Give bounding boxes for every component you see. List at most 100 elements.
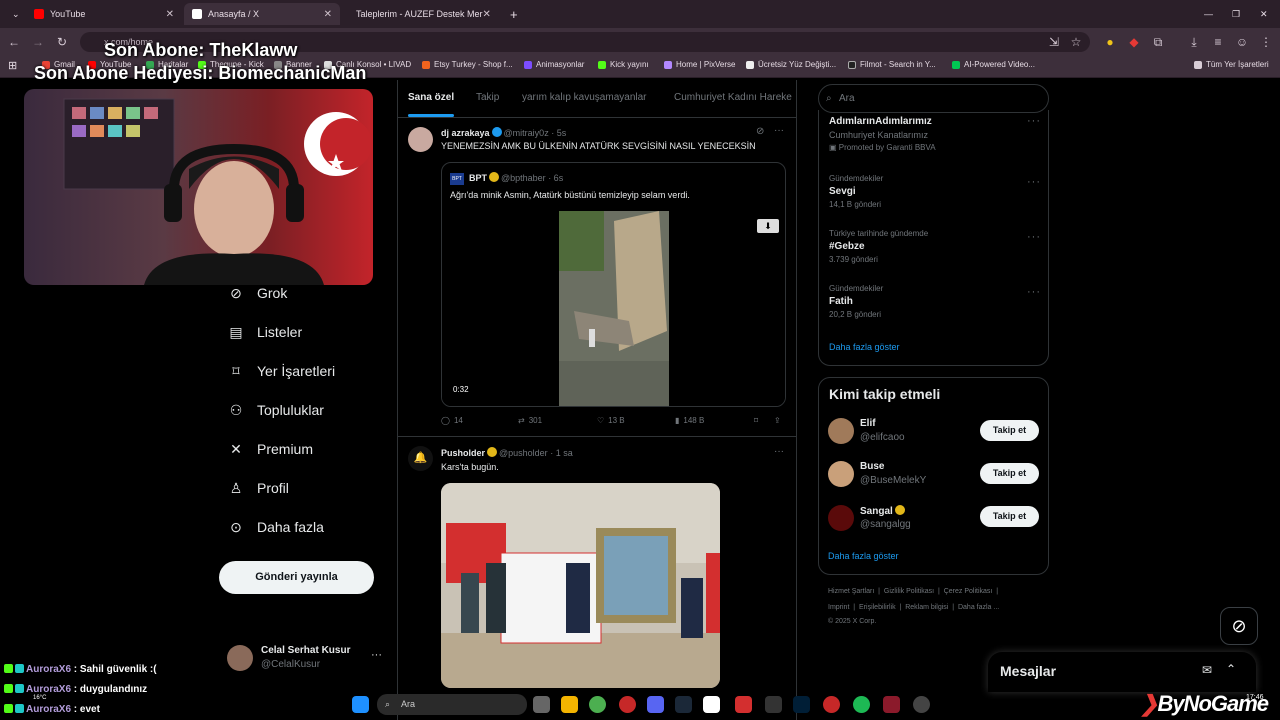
app-icon[interactable] (823, 696, 840, 713)
extension-icon[interactable]: ● (1102, 35, 1118, 49)
taskbar-search[interactable]: ⌕ Ara (377, 694, 527, 715)
show-more-trends-link[interactable]: Daha fazla göster (829, 342, 900, 352)
suggested-user-name[interactable]: Elif (860, 418, 876, 429)
footer-link[interactable]: Çerez Politikası (944, 588, 993, 595)
tab-youtube[interactable]: YouTube ✕ (26, 3, 182, 25)
bookmark-ai-video[interactable]: AI-Powered Video... (952, 60, 1035, 69)
footer-link[interactable]: Reklam bilgisi (905, 604, 948, 611)
bookmark-filmot[interactable]: Filmot - Search in Y... (848, 60, 936, 69)
obs-icon[interactable] (913, 696, 930, 713)
views-button[interactable]: ▮ 148 B (675, 416, 704, 425)
suggested-user-name[interactable]: Sangal (860, 505, 907, 517)
suggested-user-handle[interactable]: @BuseMelekY (860, 475, 926, 486)
repost-button[interactable]: ⇄ 301 (518, 416, 542, 425)
bookmark-kick-stream[interactable]: Kick yayını (598, 60, 649, 69)
author-handle[interactable]: @pusholder (499, 448, 548, 458)
more-icon[interactable]: ··· (1027, 286, 1041, 298)
nav-lists[interactable]: ▤ Listeler (228, 324, 302, 340)
like-button[interactable]: ♡ 13 B (597, 416, 625, 425)
media-control-icon[interactable]: ≡ (1210, 35, 1226, 49)
nav-premium[interactable]: ✕ Premium (228, 441, 313, 457)
window-close-button[interactable]: ✕ (1252, 3, 1272, 25)
post-time[interactable]: · 5s (551, 128, 566, 138)
discord-icon[interactable] (647, 696, 664, 713)
more-icon[interactable]: ··· (774, 125, 784, 136)
author-name[interactable]: dj azrakaya (441, 128, 490, 138)
reload-icon[interactable]: ↻ (54, 35, 70, 49)
footer-link[interactable]: Hizmet Şartları (828, 588, 874, 595)
account-switcher[interactable]: Celal Serhat Kusur @CelalKusur ··· (225, 643, 385, 675)
forward-icon[interactable]: → (30, 35, 46, 49)
video-player[interactable]: ⬇ 0:32 (442, 211, 785, 406)
back-icon[interactable]: ← (6, 35, 22, 49)
all-bookmarks[interactable]: Tüm Yer İşaretleri (1194, 60, 1269, 69)
close-icon[interactable]: ✕ (166, 9, 174, 20)
epic-games-icon[interactable] (765, 696, 782, 713)
chevron-up-icon[interactable]: ⌃ (1226, 662, 1236, 676)
profile-icon[interactable]: ☺ (1234, 35, 1250, 49)
quoted-post[interactable]: BPT BPT @bpthaber · 6s Ağrı'da minik Asmi… (441, 162, 786, 407)
bookmark-star-icon[interactable]: ☆ (1068, 35, 1084, 49)
close-icon[interactable]: ✕ (324, 9, 332, 20)
menu-icon[interactable]: ⋮ (1258, 35, 1274, 49)
tab-for-you[interactable]: Sana özel (408, 92, 454, 103)
grok-icon[interactable]: ⊘ (1220, 607, 1258, 645)
close-icon[interactable]: ✕ (483, 9, 491, 20)
opera-icon[interactable] (619, 696, 636, 713)
nav-bookmarks[interactable]: ⌑ Yer İşaretleri (228, 363, 335, 379)
steam-icon[interactable] (675, 696, 692, 713)
trend-item[interactable]: Türkiye tarihinde gündemde #Gebze 3.739 … (829, 229, 928, 264)
app-icon[interactable] (735, 696, 752, 713)
footer-link[interactable]: Erişilebilirlik (859, 604, 896, 611)
tab-list-2[interactable]: Cumhuriyet Kadını Hareke (674, 92, 792, 103)
apps-grid-icon[interactable]: ⊞ (8, 59, 17, 72)
suggested-user-handle[interactable]: @sangalgg (860, 519, 911, 530)
tab-list-button[interactable]: ⌄ (4, 3, 24, 25)
bookmark-animations[interactable]: Animasyonlar (524, 60, 584, 69)
footer-link[interactable]: Daha fazla ... (958, 604, 999, 611)
minimize-button[interactable]: — (1196, 3, 1216, 25)
author-name[interactable]: Pusholder (441, 448, 485, 458)
search-input[interactable]: ⌕ Ara (818, 84, 1049, 113)
bookmark-pixverse[interactable]: Home | PixVerse (664, 60, 735, 69)
more-icon[interactable]: ··· (1027, 231, 1041, 243)
tab-auzef[interactable]: Taleplerim - AUZEF Destek Mer ✕ (342, 3, 498, 25)
follow-button[interactable]: Takip et (980, 463, 1039, 484)
task-view-icon[interactable] (533, 696, 550, 713)
photoshop-icon[interactable] (793, 696, 810, 713)
grok-icon[interactable]: ⊘ (756, 126, 764, 137)
restore-button[interactable]: ❐ (1224, 3, 1244, 25)
follow-button[interactable]: Takip et (980, 506, 1039, 527)
footer-link[interactable]: Imprint (828, 604, 849, 611)
start-icon[interactable] (352, 696, 369, 713)
more-icon[interactable]: ··· (774, 446, 784, 457)
trend-item[interactable]: Gündemdekiler Fatih 20,2 B gönderi (829, 284, 883, 319)
trend-item[interactable]: AdımlarınAdımlarımız Cumhuriyet Kanatlar… (829, 116, 936, 152)
nav-more[interactable]: ⊙ Daha fazla (228, 519, 324, 535)
avatar[interactable] (828, 461, 854, 487)
post[interactable]: dj azrakaya @mitraiy0z · 5s ⊘ ··· YENEMEZ… (398, 119, 796, 437)
avatar[interactable] (828, 418, 854, 444)
more-icon[interactable]: ··· (371, 649, 382, 661)
reply-button[interactable]: ◯ 14 (441, 416, 463, 425)
post-time[interactable]: · 1 sa (550, 448, 573, 458)
new-tab-button[interactable]: + (502, 3, 522, 25)
nav-communities[interactable]: ⚇ Topluluklar (228, 402, 324, 418)
follow-button[interactable]: Takip et (980, 420, 1039, 441)
new-message-icon[interactable]: ✉ (1202, 663, 1212, 677)
download-icon[interactable]: ⬇ (757, 219, 779, 233)
capcut-icon[interactable] (703, 696, 720, 713)
tab-x-home[interactable]: Anasayfa / X ✕ (184, 3, 340, 25)
extensions-puzzle-icon[interactable]: ⧉ (1150, 35, 1166, 49)
share-icon[interactable]: ⇪ (774, 416, 781, 425)
tab-list-1[interactable]: yarım kalıp kavuşamayanlar (522, 92, 647, 103)
spotify-icon[interactable] (853, 696, 870, 713)
messages-drawer[interactable]: Mesajlar ✉ ⌃ (988, 652, 1256, 692)
bookmark-icon[interactable]: ⌑ (754, 416, 758, 425)
post-image[interactable] (441, 483, 720, 688)
bookmark-etsy[interactable]: Etsy Turkey - Shop f... (422, 60, 513, 69)
app-icon[interactable] (883, 696, 900, 713)
author-handle[interactable]: @mitraiy0z (504, 128, 549, 138)
nav-grok[interactable]: ⊘ Grok (228, 285, 287, 301)
post-button[interactable]: Gönderi yayınla (219, 561, 374, 594)
